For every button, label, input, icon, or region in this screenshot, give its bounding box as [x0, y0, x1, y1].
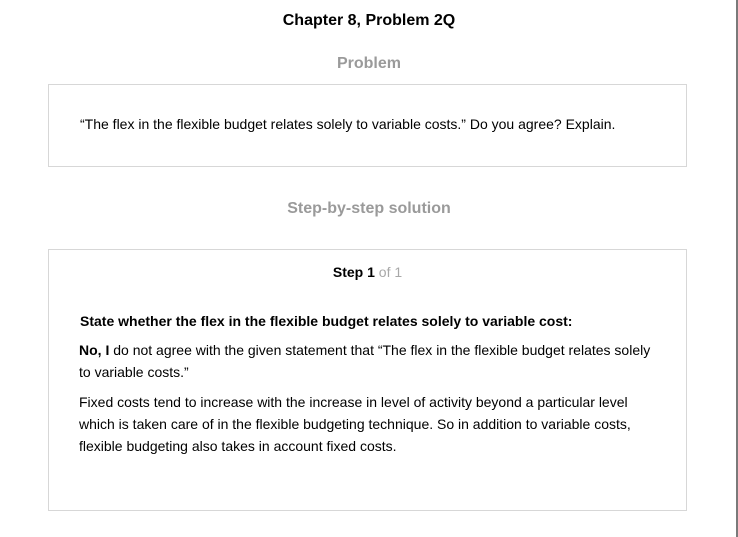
step-total: of 1 — [378, 264, 403, 280]
step-indicator: Step 1 of 1 — [49, 264, 686, 280]
chapter-title: Chapter 8, Problem 2Q — [282, 12, 456, 29]
solution-subheading: State whether the flex in the flexible b… — [80, 313, 573, 329]
solution-heading: Step-by-step solution — [287, 200, 451, 217]
answer-emphasis: No, I — [79, 342, 110, 358]
solution-paragraph-1: No, I do not agree with the given statem… — [79, 339, 654, 383]
solution-card: Step 1 of 1 State whether the flex in th… — [48, 249, 687, 511]
step-number: 1 — [367, 264, 375, 280]
problem-heading: Problem — [336, 55, 401, 72]
problem-card: “The flex in the flexible budget relates… — [48, 84, 687, 167]
solution-paragraph-2: Fixed costs tend to increase with the in… — [79, 394, 631, 454]
problem-text: “The flex in the flexible budget relates… — [80, 116, 616, 132]
answer-text: do not agree with the given statement th… — [79, 342, 651, 380]
step-word: Step — [332, 264, 364, 280]
